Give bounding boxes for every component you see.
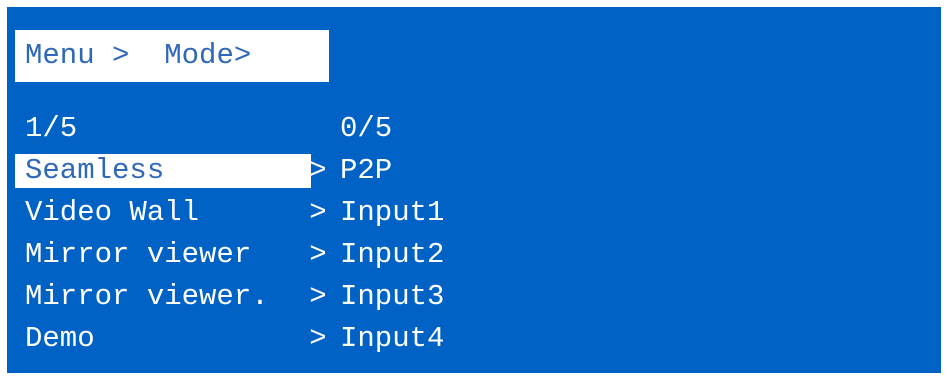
counter-row: 1/5 0/5 <box>7 112 941 146</box>
option-item-input3[interactable]: Input3 <box>340 280 444 314</box>
option-page-counter: 0/5 <box>340 112 393 145</box>
menu-item-label: Seamless <box>25 154 165 187</box>
option-item-input4[interactable]: Input4 <box>340 322 444 356</box>
chevron-right-icon: > <box>309 154 327 187</box>
menu-item-label: Mirror viewer <box>25 238 252 271</box>
option-item-p2p[interactable]: P2P <box>340 154 392 188</box>
chevron-right-icon: > <box>309 196 327 229</box>
menu-item-mirror-viewer[interactable]: Mirror viewer > Input2 <box>7 238 941 272</box>
chevron-right-icon: > <box>309 322 327 355</box>
menu-item-seamless[interactable]: Seamless > P2P <box>7 154 941 188</box>
breadcrumb-separator <box>95 39 112 73</box>
chevron-right-icon: > <box>309 280 327 313</box>
menu-item-video-wall[interactable]: Video Wall > Input1 <box>7 196 941 230</box>
menu-item-label: Video Wall <box>25 196 200 229</box>
breadcrumb-mode[interactable]: Mode <box>164 39 234 73</box>
breadcrumb-menu[interactable]: Menu <box>25 39 95 73</box>
menu-item-label: Demo <box>25 322 95 355</box>
option-item-input2[interactable]: Input2 <box>340 238 444 272</box>
option-item-input1[interactable]: Input1 <box>340 196 444 230</box>
menu-item-demo[interactable]: Demo > Input4 <box>7 322 941 356</box>
mode-page-counter: 1/5 <box>25 112 78 145</box>
osd-menu-screen: Menu > Mode > 1/5 0/5 Seamless > P2P Vid… <box>7 7 941 373</box>
menu-item-mirror-viewer-2[interactable]: Mirror viewer. > Input3 <box>7 280 941 314</box>
menu-item-label: Mirror viewer. <box>25 280 269 313</box>
chevron-right-icon: > <box>309 238 327 271</box>
breadcrumb: Menu > Mode > <box>15 30 329 82</box>
breadcrumb-separator <box>129 39 164 73</box>
chevron-right-icon: > <box>112 39 130 72</box>
chevron-right-icon: > <box>233 39 252 72</box>
